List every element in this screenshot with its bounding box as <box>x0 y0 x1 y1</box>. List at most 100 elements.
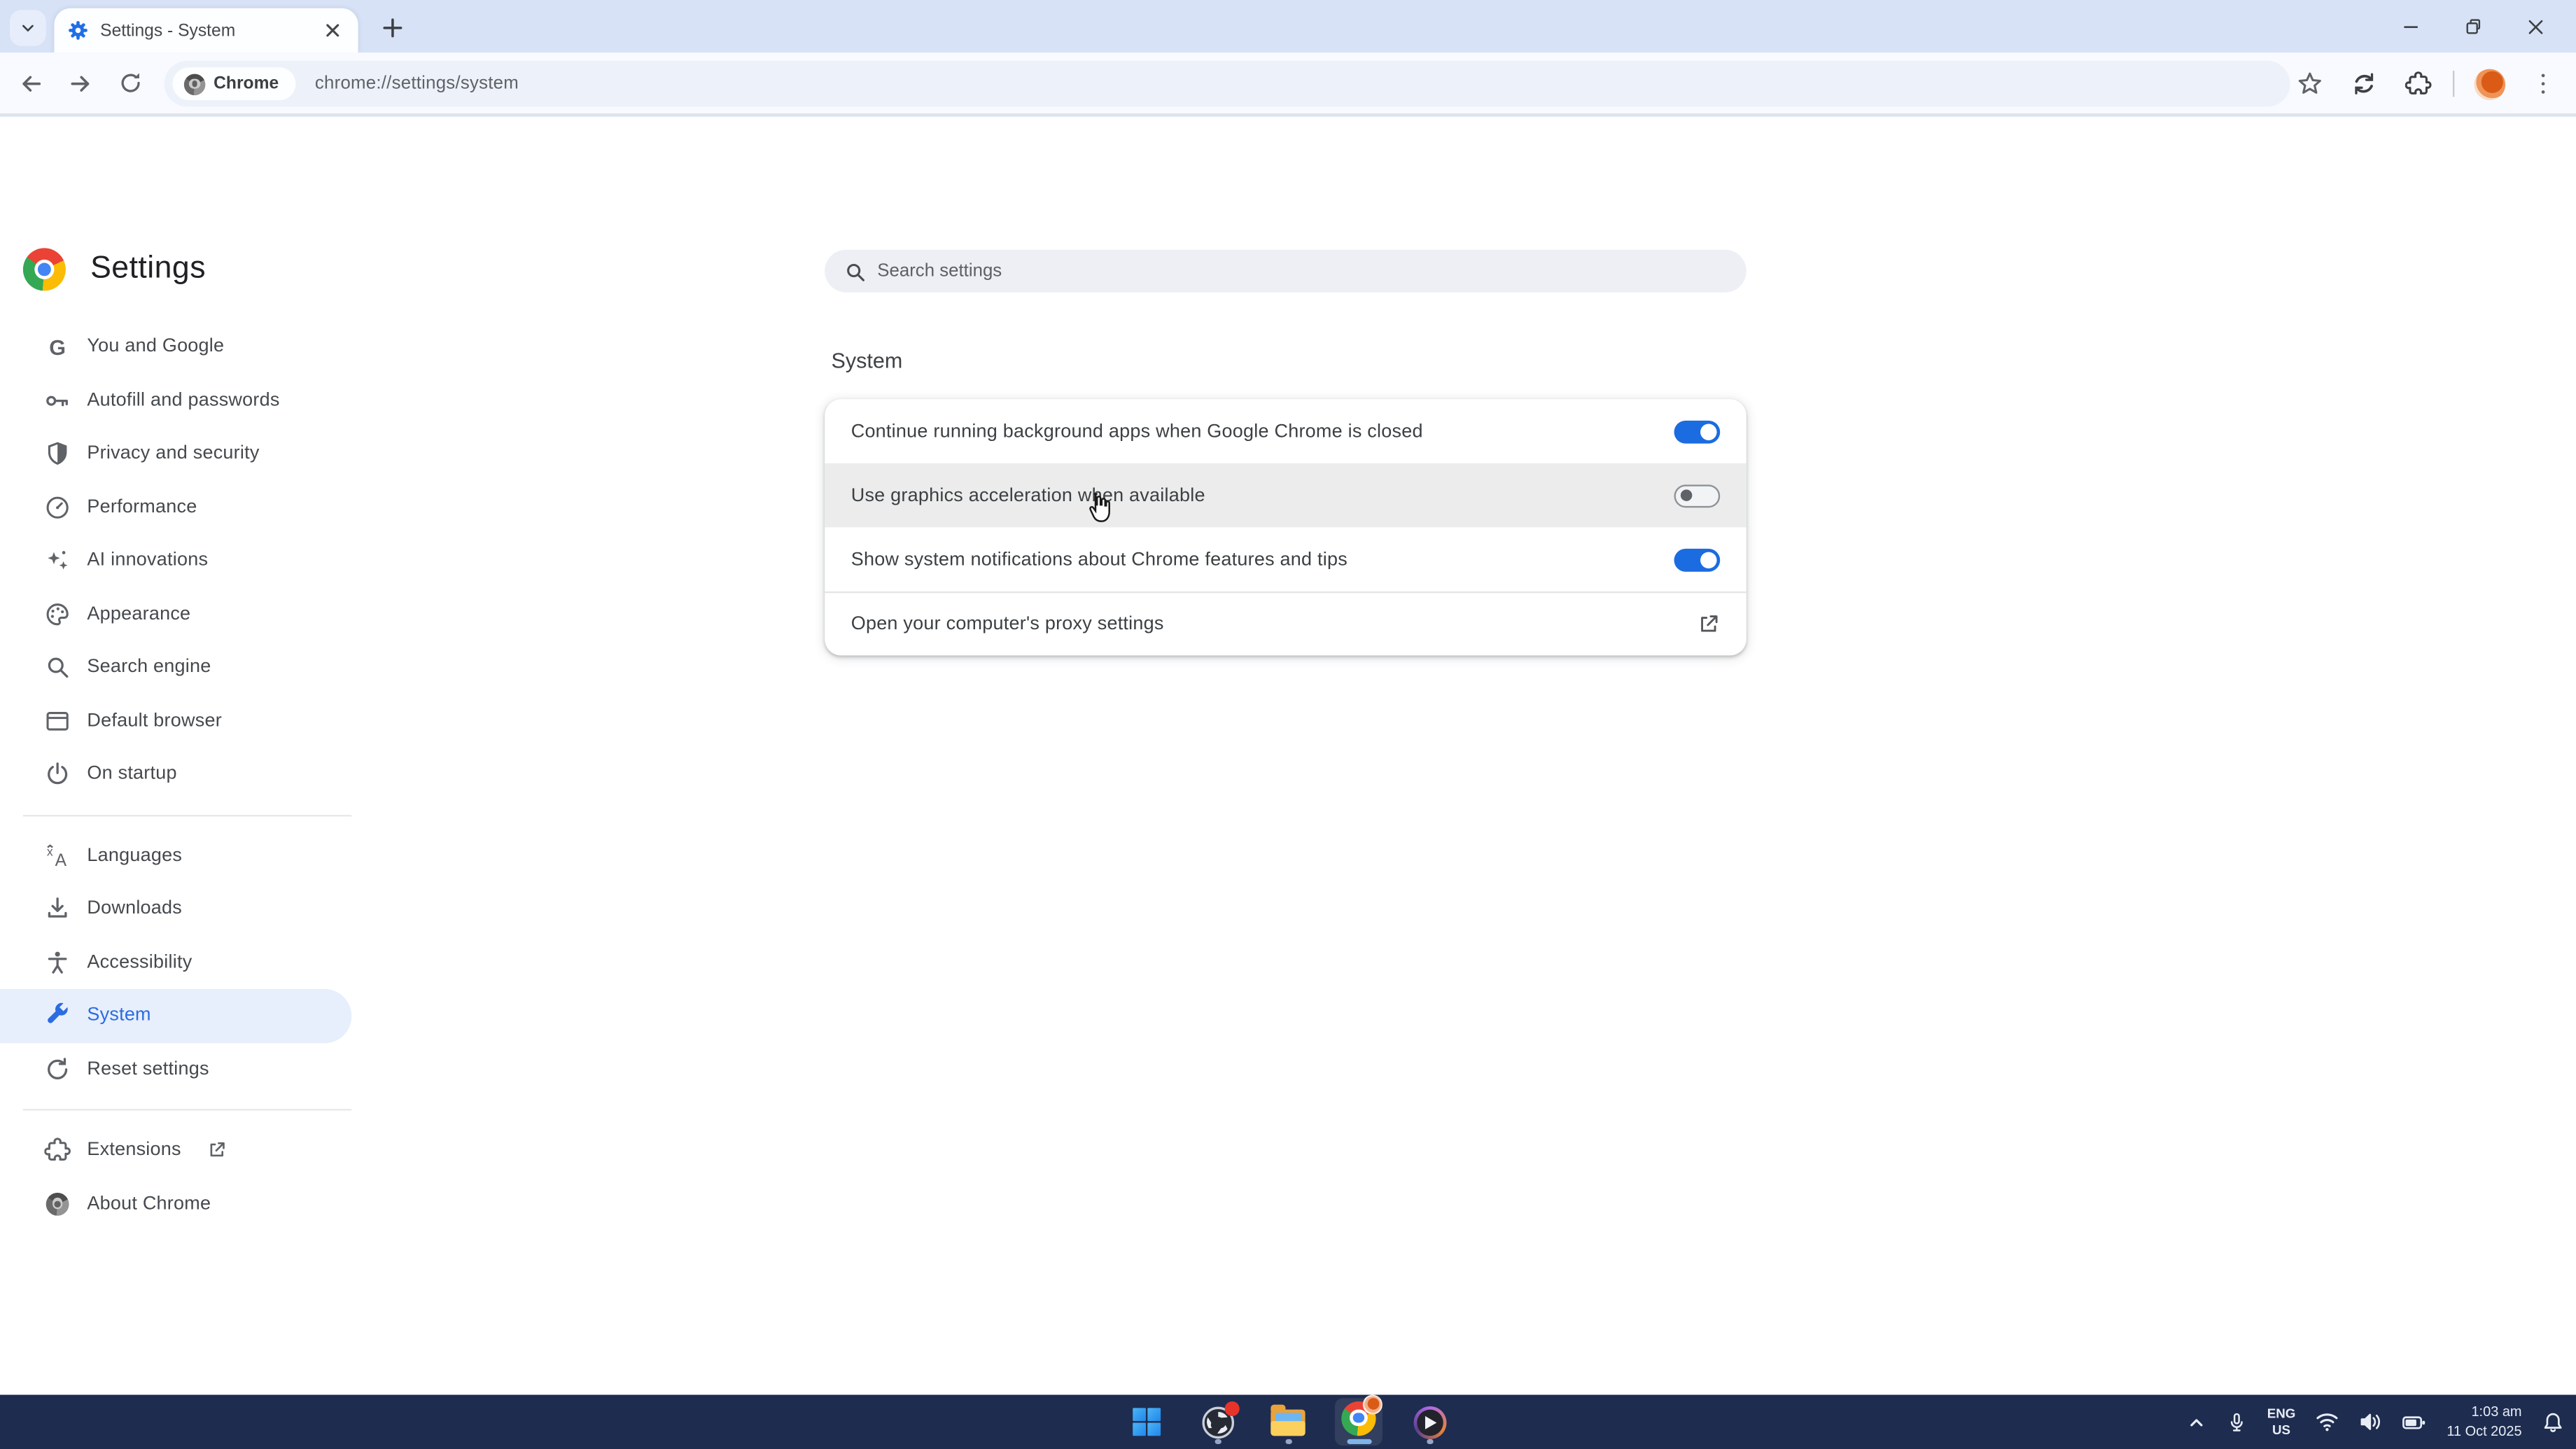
browser-tab[interactable]: Settings - System <box>54 8 358 53</box>
back-arrow-icon <box>22 75 41 91</box>
tab-search-button[interactable] <box>10 10 46 46</box>
sidebar-item-extensions[interactable]: Extensions <box>0 1124 351 1177</box>
running-indicator <box>1426 1438 1433 1443</box>
wifi-icon[interactable] <box>2316 1411 2340 1433</box>
windows-taskbar: ENG US 1:03 am 11 Oct 2025 <box>0 1394 2576 1449</box>
sidebar-item-appearance[interactable]: Appearance <box>0 587 351 640</box>
setting-row-system-notifications[interactable]: Show system notifications about Chrome f… <box>825 527 1746 592</box>
sidebar-item-about-chrome[interactable]: About Chrome <box>0 1177 351 1231</box>
media-player-icon <box>1413 1405 1446 1438</box>
windows-logo-icon <box>1133 1408 1161 1436</box>
profile-avatar[interactable] <box>2469 64 2508 104</box>
sync-button[interactable] <box>2344 64 2384 104</box>
taskbar-app-obs[interactable] <box>1194 1398 1241 1446</box>
taskbar-apps <box>1123 1394 1453 1449</box>
sidebar-item-system[interactable]: System <box>0 988 352 1043</box>
toggle-graphics-acceleration[interactable] <box>1674 484 1721 507</box>
palette-icon <box>44 601 71 627</box>
sidebar-item-performance[interactable]: Performance <box>0 480 351 533</box>
settings-gear-favicon <box>69 21 88 40</box>
sidebar-item-languages[interactable]: xA Languages <box>0 829 351 882</box>
sidebar-item-ai-innovations[interactable]: AI innovations <box>0 534 351 587</box>
chrome-window: Settings - System Chrome chrome://settin… <box>0 0 2576 1449</box>
taskbar-app-media-player[interactable] <box>1406 1398 1453 1446</box>
microphone-icon[interactable] <box>2226 1410 2248 1434</box>
site-chip-label: Chrome <box>214 74 279 94</box>
settings-header: Settings <box>22 248 206 291</box>
extensions-button[interactable] <box>2399 64 2438 104</box>
puzzle-icon <box>2404 71 2432 94</box>
sidebar-item-privacy[interactable]: Privacy and security <box>0 427 351 480</box>
reload-button[interactable] <box>108 62 151 104</box>
battery-icon[interactable] <box>2402 1412 2427 1432</box>
sidebar-item-accessibility[interactable]: Accessibility <box>0 936 351 989</box>
start-button[interactable] <box>1123 1398 1170 1446</box>
sidebar-item-search-engine[interactable]: Search engine <box>0 640 351 694</box>
toolbar-actions <box>2290 59 2563 108</box>
language-indicator[interactable]: ENG US <box>2267 1406 2296 1438</box>
sidebar-item-default-browser[interactable]: Default browser <box>0 694 351 748</box>
minimize-button[interactable] <box>2379 4 2441 50</box>
sidebar-item-you-and-google[interactable]: G You and Google <box>0 321 351 374</box>
restore-button[interactable] <box>2442 4 2504 50</box>
section-title: System <box>831 348 903 373</box>
running-indicator <box>1214 1438 1221 1443</box>
external-link-icon <box>207 1140 227 1160</box>
mouse-cursor <box>1089 493 1110 522</box>
sidebar-item-autofill[interactable]: Autofill and passwords <box>0 374 351 427</box>
minimize-icon <box>2403 25 2417 27</box>
shield-icon <box>44 441 71 468</box>
toggle-system-notifications[interactable] <box>1674 547 1721 571</box>
external-link-icon <box>1701 615 1718 632</box>
address-bar[interactable]: Chrome chrome://settings/system <box>164 60 2290 107</box>
running-indicator <box>1284 1438 1292 1443</box>
star-icon <box>2298 72 2321 94</box>
page-title: Settings <box>90 251 206 286</box>
clock[interactable]: 1:03 am 11 Oct 2025 <box>2446 1404 2521 1440</box>
browser-menu-button[interactable] <box>2524 64 2563 104</box>
sidebar-item-on-startup[interactable]: On startup <box>0 748 351 801</box>
tray-chevron-up-icon[interactable] <box>2187 1412 2206 1432</box>
back-button[interactable] <box>10 62 52 104</box>
accessibility-person-icon <box>44 949 71 976</box>
search-icon <box>847 262 864 281</box>
sidebar-item-downloads[interactable]: Downloads <box>0 882 351 935</box>
browser-window-icon <box>44 708 71 734</box>
setting-row-proxy[interactable]: Open your computer's proxy settings <box>825 591 1746 656</box>
speaker-icon[interactable] <box>2360 1411 2383 1433</box>
forward-button[interactable] <box>59 62 102 104</box>
power-icon <box>44 761 71 788</box>
google-g-icon: G <box>49 335 66 360</box>
plus-icon <box>383 18 402 38</box>
taskbar-app-chrome[interactable] <box>1334 1394 1382 1446</box>
toggle-background-apps[interactable] <box>1674 419 1721 443</box>
tab-close-button[interactable] <box>318 18 345 44</box>
sidebar-item-reset-settings[interactable]: Reset settings <box>0 1042 351 1096</box>
forward-arrow-icon <box>71 75 90 91</box>
settings-search[interactable] <box>825 249 1746 293</box>
close-window-button[interactable] <box>2504 4 2566 50</box>
notification-bell-icon[interactable] <box>2542 1410 2565 1434</box>
taskbar-app-file-explorer[interactable] <box>1264 1398 1312 1446</box>
site-chip[interactable]: Chrome <box>172 67 295 101</box>
system-settings-card: Continue running background apps when Go… <box>825 399 1746 656</box>
setting-row-background-apps[interactable]: Continue running background apps when Go… <box>825 399 1746 463</box>
avatar <box>2473 68 2505 99</box>
chrome-logo-icon <box>44 1191 71 1217</box>
bookmark-star-button[interactable] <box>2290 64 2330 104</box>
file-explorer-icon <box>1270 1404 1306 1436</box>
tray-date: 11 Oct 2025 <box>2446 1422 2522 1438</box>
search-input[interactable] <box>877 261 1727 281</box>
reload-icon <box>120 73 139 92</box>
active-indicator <box>1346 1438 1371 1443</box>
translate-icon: xA <box>44 842 71 869</box>
setting-row-graphics-acceleration[interactable]: Use graphics acceleration when available <box>825 463 1746 528</box>
browser-toolbar: Chrome chrome://settings/system <box>0 52 2576 115</box>
new-tab-button[interactable] <box>374 10 411 46</box>
profile-badge <box>1362 1394 1382 1414</box>
settings-sidebar: G You and Google Autofill and passwords … <box>0 321 352 1231</box>
restore-icon <box>2465 18 2479 34</box>
reset-arrow-icon <box>44 1056 71 1082</box>
puzzle-icon <box>44 1138 71 1164</box>
toolbar-divider <box>2452 70 2455 97</box>
